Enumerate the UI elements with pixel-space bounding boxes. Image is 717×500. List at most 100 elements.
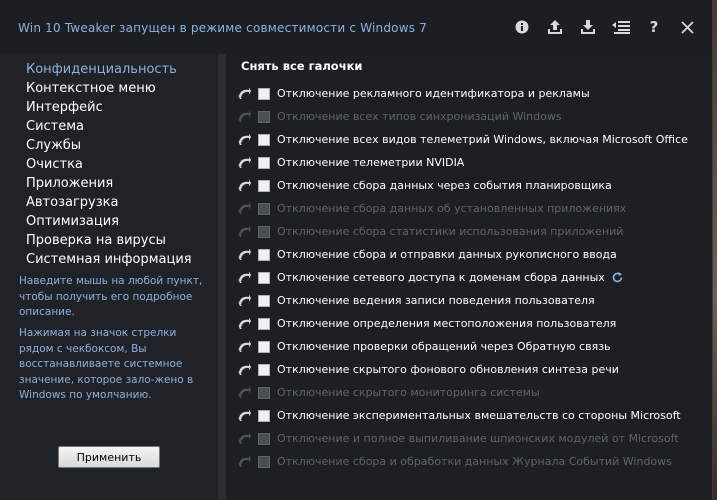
restore-default-icon[interactable] (236, 248, 252, 262)
sidebar-item-optimization[interactable]: Оптимизация (26, 212, 192, 231)
tweak-checkbox[interactable] (258, 133, 270, 146)
tweak-checkbox[interactable] (258, 87, 270, 100)
info-icon[interactable] (513, 18, 531, 36)
restore-default-icon[interactable] (236, 432, 252, 446)
tweak-label: Отключение скрытого мониторинга системы (277, 386, 540, 399)
tweak-label: Отключение экспериментальных вмешательст… (277, 409, 681, 422)
restore-default-icon[interactable] (236, 179, 252, 193)
refresh-icon[interactable] (612, 272, 623, 283)
tweak-label: Отключение всех типов синхронизаций Wind… (277, 110, 562, 123)
tweak-label: Отключение всех видов телеметрий Windows… (277, 133, 688, 146)
tweak-label: Отключение скрытого фонового обновления … (277, 363, 619, 376)
title-bar: Win 10 Tweaker запущен в режиме совмести… (0, 0, 712, 54)
tweak-checkbox[interactable] (258, 110, 270, 123)
sidebar-item-cleanup[interactable]: Очистка (26, 155, 192, 174)
tweak-checkbox[interactable] (258, 248, 270, 261)
tweak-label: Отключение сбора статистики использовани… (277, 225, 624, 238)
desktop-background (713, 0, 717, 500)
sidebar-item-system[interactable]: Система (26, 117, 192, 136)
sidebar: Конфиденциальность Контекстное меню Инте… (0, 54, 218, 500)
sidebar-item-services[interactable]: Службы (26, 136, 192, 155)
download-icon[interactable] (579, 18, 597, 36)
apply-button[interactable]: Применить (58, 446, 160, 468)
tweak-row: Отключение сбора данных через события пл… (236, 174, 688, 197)
restore-default-icon[interactable] (236, 225, 252, 239)
tweak-checkbox[interactable] (258, 156, 270, 169)
tweak-checkbox[interactable] (258, 271, 270, 284)
help-icon[interactable]: ? (645, 18, 663, 36)
restore-default-icon[interactable] (236, 133, 252, 147)
tweak-label: Отключение ведения записи поведения поль… (277, 294, 595, 307)
sidebar-item-interface[interactable]: Интерфейс (26, 98, 192, 117)
restore-default-icon[interactable] (236, 87, 252, 101)
restore-default-icon[interactable] (236, 455, 252, 469)
uncheck-all-link[interactable]: Снять все галочки (241, 59, 362, 73)
tweak-list: Отключение рекламного идентификатора и р… (236, 82, 688, 473)
help-text-restore: Нажимая на значок стрелки рядом с чекбок… (19, 327, 194, 401)
tweak-checkbox[interactable] (258, 294, 270, 307)
tweak-row: Отключение сетевого доступа к доменам сб… (236, 266, 688, 289)
sidebar-item-apps[interactable]: Приложения (26, 174, 192, 193)
sidebar-nav: Конфиденциальность Контекстное меню Инте… (26, 60, 192, 269)
title-bar-actions: ? (513, 18, 696, 36)
restore-default-icon[interactable] (236, 409, 252, 423)
tweak-checkbox[interactable] (258, 317, 270, 330)
tweak-row: Отключение телеметрии NVIDIA (236, 151, 688, 174)
tweak-label: Отключение сбора данных через события пл… (277, 179, 612, 192)
restore-default-icon[interactable] (236, 317, 252, 331)
tweak-row: Отключение рекламного идентификатора и р… (236, 82, 688, 105)
sidebar-item-system-info[interactable]: Системная информация (26, 250, 192, 269)
tweak-row: Отключение сбора данных об установленных… (236, 197, 688, 220)
upload-icon[interactable] (546, 18, 564, 36)
tweak-row: Отключение и полное выпиливание шпионски… (236, 427, 688, 450)
tweak-row: Отключение сбора и отправки данных рукоп… (236, 243, 688, 266)
tweak-label: Отключение сбора данных об установленных… (277, 202, 627, 215)
restore-default-icon[interactable] (236, 202, 252, 216)
sidebar-item-context-menu[interactable]: Контекстное меню (26, 79, 192, 98)
restore-default-icon[interactable] (236, 110, 252, 124)
sidebar-divider (218, 54, 226, 500)
tweak-label: Отключение определения местоположения по… (277, 317, 617, 330)
tweak-label: Отключение проверки обращений через Обра… (277, 340, 611, 353)
tweak-checkbox[interactable] (258, 202, 270, 215)
tweak-checkbox[interactable] (258, 386, 270, 399)
tweak-checkbox[interactable] (258, 179, 270, 192)
tweak-label: Отключение и полное выпиливание шпионски… (277, 432, 679, 445)
app-window: Win 10 Tweaker запущен в режиме совмести… (0, 0, 713, 500)
tweak-checkbox[interactable] (258, 363, 270, 376)
restore-default-icon[interactable] (236, 271, 252, 285)
restore-default-icon[interactable] (236, 294, 252, 308)
tweak-label: Отключение сетевого доступа к доменам сб… (277, 271, 605, 284)
list-icon[interactable] (612, 18, 630, 36)
tweak-label: Отключение сбора и отправки данных рукоп… (277, 248, 617, 261)
tweak-checkbox[interactable] (258, 455, 270, 468)
tweak-row: Отключение всех типов синхронизаций Wind… (236, 105, 688, 128)
tweak-row: Отключение ведения записи поведения поль… (236, 289, 688, 312)
tweak-label: Отключение рекламного идентификатора и р… (277, 87, 590, 100)
sidebar-item-privacy[interactable]: Конфиденциальность (26, 60, 192, 79)
tweak-row: Отключение скрытого мониторинга системы (236, 381, 688, 404)
tweak-row: Отключение всех видов телеметрий Windows… (236, 128, 688, 151)
close-icon[interactable] (678, 18, 696, 36)
help-text-hover: Наведите мышь на любой пункт, чтобы полу… (19, 275, 203, 318)
restore-default-icon[interactable] (236, 340, 252, 354)
sidebar-item-virus-scan[interactable]: Проверка на вирусы (26, 231, 192, 250)
tweak-row: Отключение скрытого фонового обновления … (236, 358, 688, 381)
tweak-row: Отключение экспериментальных вмешательст… (236, 404, 688, 427)
tweak-row: Отключение проверки обращений через Обра… (236, 335, 688, 358)
tweak-checkbox[interactable] (258, 409, 270, 422)
tweak-checkbox[interactable] (258, 340, 270, 353)
tweak-row: Отключение определения местоположения по… (236, 312, 688, 335)
tweaks-panel: Снять все галочки Отключение рекламного … (226, 54, 712, 500)
restore-default-icon[interactable] (236, 156, 252, 170)
tweak-row: Отключение сбора и обработки данных Журн… (236, 450, 688, 473)
sidebar-item-startup[interactable]: Автозагрузка (26, 193, 192, 212)
tweak-checkbox[interactable] (258, 225, 270, 238)
tweak-checkbox[interactable] (258, 432, 270, 445)
window-title: Win 10 Tweaker запущен в режиме совмести… (18, 21, 428, 35)
restore-default-icon[interactable] (236, 363, 252, 377)
tweak-row: Отключение сбора статистики использовани… (236, 220, 688, 243)
tweak-label: Отключение сбора и обработки данных Журн… (277, 455, 672, 468)
restore-default-icon[interactable] (236, 386, 252, 400)
tweak-label: Отключение телеметрии NVIDIA (277, 156, 465, 169)
